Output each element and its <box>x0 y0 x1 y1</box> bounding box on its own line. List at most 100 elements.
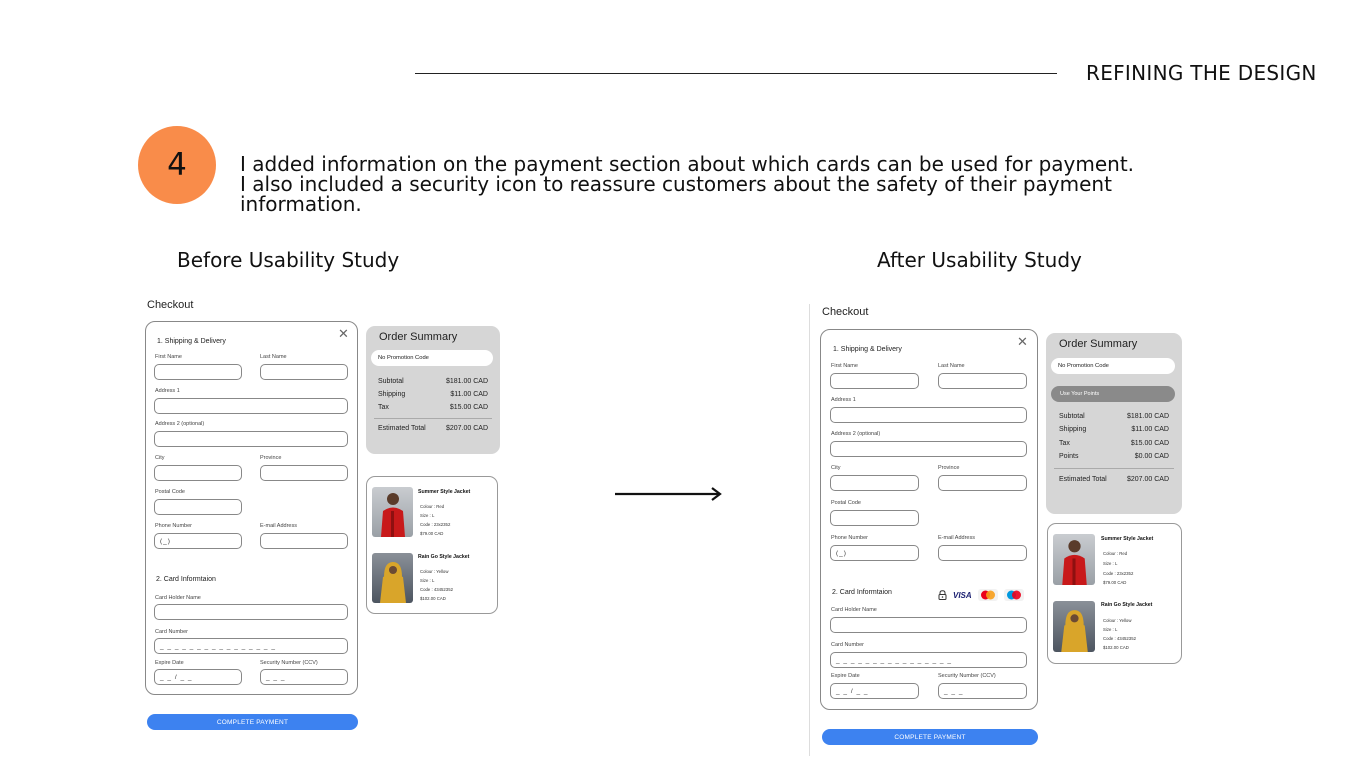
item-name: Summer Style Jacket <box>1101 536 1154 542</box>
phone-field[interactable]: (_) <box>154 533 242 549</box>
points-label: Points <box>1059 453 1079 460</box>
address2-label: Address 2 (optional) <box>831 431 881 437</box>
item-size: Size : L <box>1103 561 1118 566</box>
checkout-title: Checkout <box>822 306 869 318</box>
subtotal-value: $181.00 CAD <box>445 378 488 385</box>
mastercard-icon <box>977 589 998 601</box>
total-value: $207.00 CAD <box>445 425 488 432</box>
subtotal-label: Subtotal <box>378 378 404 385</box>
city-field[interactable] <box>154 465 242 481</box>
item-code: Code : 23x2352 <box>1103 571 1134 576</box>
before-title: Before Usability Study <box>177 248 400 272</box>
address2-field[interactable] <box>830 441 1027 457</box>
last-name-field[interactable] <box>260 364 348 380</box>
card-holder-field[interactable] <box>830 617 1027 633</box>
province-field[interactable] <box>938 475 1027 491</box>
card-holder-field[interactable] <box>154 604 348 620</box>
province-field[interactable] <box>260 465 348 481</box>
security-label: Security Number (CCV) <box>938 673 996 679</box>
postal-code-field[interactable] <box>154 499 242 515</box>
complete-payment-button[interactable]: COMPLETE PAYMENT <box>822 729 1038 745</box>
lock-icon <box>938 590 947 600</box>
card-section-title: 2. Card Informtaion <box>832 589 892 596</box>
shipping-value: $11.00 CAD <box>450 391 488 398</box>
item-price: $79.00 CAD <box>1103 580 1127 585</box>
address2-field[interactable] <box>154 431 348 447</box>
jacket-yellow-image <box>1053 601 1095 652</box>
last-name-label: Last Name <box>938 363 965 369</box>
checkout-form: ✕ 1. Shipping & Delivery First Name Last… <box>145 321 358 695</box>
tax-row: Tax $15.00 CAD <box>1059 440 1169 447</box>
first-name-field[interactable] <box>830 373 919 389</box>
item-colour: Colour : Yellow <box>420 569 449 574</box>
order-summary: Order Summary No Promotion Code Use Your… <box>1046 333 1182 514</box>
city-label: City <box>155 455 165 461</box>
maestro-icon <box>1003 589 1024 601</box>
total-label: Estimated Total <box>378 425 426 432</box>
security-field[interactable]: _ _ _ <box>938 683 1027 699</box>
expire-field[interactable]: _ _ / _ _ <box>154 669 242 685</box>
address1-field[interactable] <box>830 407 1027 423</box>
description-line: information. <box>240 192 362 216</box>
last-name-field[interactable] <box>938 373 1027 389</box>
security-field[interactable]: _ _ _ <box>260 669 348 685</box>
phone-label: Phone Number <box>155 523 192 529</box>
item-colour: Colour : Yellow <box>1103 618 1132 623</box>
step-description: I added information on the payment secti… <box>240 154 1220 214</box>
jacket-red-image <box>372 487 413 537</box>
jacket-red-image <box>1053 534 1095 585</box>
item-colour: Colour : Red <box>420 504 445 509</box>
subtotal-row: Subtotal $181.00 CAD <box>378 378 488 385</box>
checkout-form: ✕ 1. Shipping & Delivery First Name Last… <box>820 329 1038 710</box>
checkout-title: Checkout <box>147 299 194 311</box>
city-label: City <box>831 465 841 471</box>
total-row: Estimated Total $207.00 CAD <box>378 425 488 432</box>
expire-field[interactable]: _ _ / _ _ <box>830 683 919 699</box>
close-icon[interactable]: ✕ <box>338 328 349 341</box>
phone-field[interactable]: (_) <box>830 545 919 561</box>
points-row: Points $0.00 CAD <box>1059 453 1169 460</box>
summary-divider <box>1054 468 1174 469</box>
promo-code-field[interactable]: No Promotion Code <box>371 350 493 366</box>
security-label: Security Number (CCV) <box>260 660 318 666</box>
phone-label: Phone Number <box>831 535 868 541</box>
order-summary-title: Order Summary <box>1059 338 1138 350</box>
total-label: Estimated Total <box>1059 476 1107 483</box>
total-row: Estimated Total $207.00 CAD <box>1059 476 1169 483</box>
shipping-section-title: 1. Shipping & Delivery <box>833 346 902 353</box>
last-name-label: Last Name <box>260 354 287 360</box>
email-label: E-mail Address <box>938 535 975 541</box>
cart-items: Summer Style Jacket Colour : Red Size : … <box>366 476 498 614</box>
item-code: Code : 23x2352 <box>420 522 451 527</box>
postal-code-field[interactable] <box>830 510 919 526</box>
summary-divider <box>374 418 492 419</box>
item-price: $102.00 CAD <box>1103 645 1129 650</box>
column-divider <box>809 304 810 756</box>
first-name-field[interactable] <box>154 364 242 380</box>
email-field[interactable] <box>938 545 1027 561</box>
address1-label: Address 1 <box>831 397 856 403</box>
email-field[interactable] <box>260 533 348 549</box>
item-name: Summer Style Jacket <box>418 489 471 495</box>
tax-value: $15.00 CAD <box>1130 440 1169 447</box>
address1-label: Address 1 <box>155 388 180 394</box>
city-field[interactable] <box>830 475 919 491</box>
subtotal-value: $181.00 CAD <box>1126 413 1169 420</box>
card-number-field[interactable]: _ _ _ _ _ _ _ _ _ _ _ _ _ _ _ _ <box>830 652 1027 668</box>
shipping-label: Shipping <box>1059 426 1087 433</box>
arrow-right-icon <box>615 487 722 501</box>
tax-label: Tax <box>1059 440 1070 447</box>
subtotal-label: Subtotal <box>1059 413 1085 420</box>
item-price: $79.00 CAD <box>420 531 444 536</box>
after-title: After Usability Study <box>877 248 1082 272</box>
expire-label: Expire Date <box>155 660 184 666</box>
promo-code-field[interactable]: No Promotion Code <box>1051 358 1175 374</box>
complete-payment-button[interactable]: COMPLETE PAYMENT <box>147 714 358 730</box>
card-number-field[interactable]: _ _ _ _ _ _ _ _ _ _ _ _ _ _ _ _ <box>154 638 348 654</box>
close-icon[interactable]: ✕ <box>1017 336 1028 349</box>
header-rule <box>415 73 1057 74</box>
province-label: Province <box>260 455 282 461</box>
province-label: Province <box>938 465 960 471</box>
address1-field[interactable] <box>154 398 348 414</box>
use-points-button[interactable]: Use Your Points <box>1051 386 1175 402</box>
